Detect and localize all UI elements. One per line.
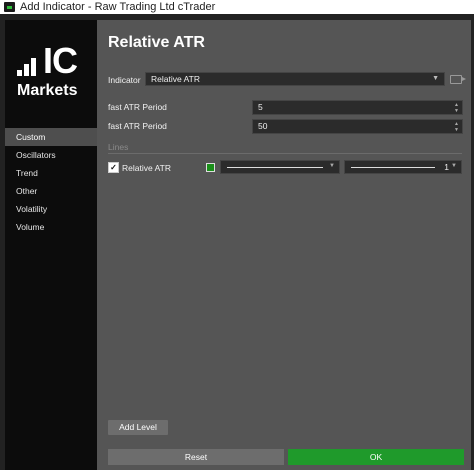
reset-button[interactable]: Reset (108, 449, 284, 465)
settings-panel: Relative ATR Indicator Relative ATR ▼ fa… (97, 20, 471, 470)
logo-markets-text: Markets (17, 82, 78, 99)
category-nav: Custom Oscillators Trend Other Volatilit… (5, 128, 97, 236)
section-divider (108, 153, 462, 154)
param-value: 50 (258, 121, 268, 131)
chevron-down-icon: ▼ (329, 163, 335, 169)
sidebar-item-other[interactable]: Other (5, 182, 97, 200)
line-style-select[interactable]: ▼ (220, 160, 340, 174)
fast-atr-period-input[interactable]: 5 ▲ ▼ (252, 100, 463, 115)
param-value: 5 (258, 102, 263, 112)
line-width-value: 1 (444, 162, 449, 172)
sidebar-item-oscillators[interactable]: Oscillators (5, 146, 97, 164)
spinner-arrows-icon[interactable]: ▲ ▼ (454, 121, 459, 133)
page-title: Relative ATR (108, 34, 205, 51)
lines-section-title: Lines (108, 142, 129, 152)
logo-ic-text: IC (43, 40, 78, 81)
window-titlebar: Add Indicator - Raw Trading Ltd cTrader (0, 0, 474, 14)
param-label: fast ATR Period (108, 102, 167, 112)
sidebar: IC Markets Custom Oscillators Trend Othe… (5, 20, 97, 470)
chevron-down-icon: ▼ (432, 75, 439, 82)
line-visible-checkbox[interactable]: ✓ (108, 162, 119, 173)
logo-bars-icon (17, 56, 43, 76)
indicator-select-value: Relative ATR (151, 74, 200, 84)
param-label: fast ATR Period (108, 121, 167, 131)
line-width-preview (351, 167, 435, 168)
window-title: Add Indicator - Raw Trading Ltd cTrader (20, 1, 216, 13)
ic-markets-logo: IC Markets (15, 38, 89, 118)
sidebar-item-custom[interactable]: Custom (5, 128, 97, 146)
line-width-select[interactable]: 1 ▼ (344, 160, 462, 174)
spinner-arrows-icon[interactable]: ▲ ▼ (454, 102, 459, 114)
line-style-preview (227, 167, 323, 168)
sidebar-item-volume[interactable]: Volume (5, 218, 97, 236)
indicator-select[interactable]: Relative ATR ▼ (145, 72, 445, 86)
add-level-button[interactable]: Add Level (108, 420, 168, 435)
chevron-down-icon: ▼ (451, 163, 457, 169)
sidebar-item-trend[interactable]: Trend (5, 164, 97, 182)
camera-icon[interactable] (450, 75, 466, 84)
ok-button[interactable]: OK (288, 449, 464, 465)
sidebar-item-volatility[interactable]: Volatility (5, 200, 97, 218)
ctrader-app-icon (4, 2, 15, 12)
line-color-swatch[interactable] (206, 163, 215, 172)
slow-atr-period-input[interactable]: 50 ▲ ▼ (252, 119, 463, 134)
line-name-label: Relative ATR (122, 163, 171, 173)
indicator-label: Indicator (108, 75, 141, 85)
